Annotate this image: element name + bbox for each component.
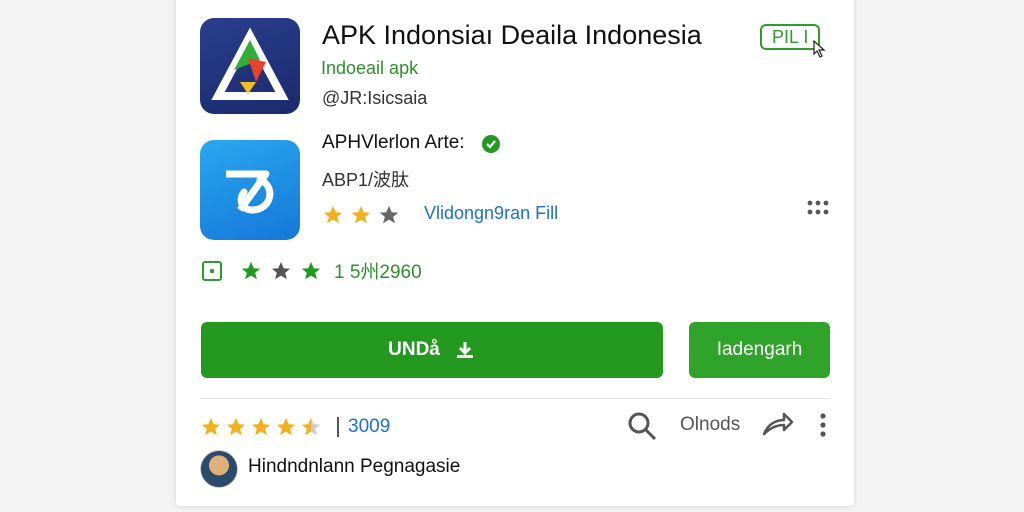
app-logo-icon[interactable] (200, 18, 300, 114)
stats-row: 1 5州2960 (202, 257, 422, 284)
app-detail-card: APK Indonsiaı Deaila Indonesia PIL I Ind… (176, 0, 854, 506)
app-title: APK Indonsiaı Deaila Indonesia (322, 20, 702, 50)
rating-count[interactable]: 3009 (348, 416, 390, 438)
star-icon (351, 205, 371, 224)
star-icon (201, 417, 221, 436)
more-vert-icon[interactable] (818, 412, 828, 438)
grid-more-icon[interactable] (806, 198, 830, 218)
share-icon[interactable] (760, 408, 794, 438)
verified-check-icon (482, 135, 500, 153)
rating-row: 3009 (200, 416, 390, 438)
install-button-label: UNDå (388, 339, 440, 360)
star-icon (226, 417, 246, 436)
rating-separator (337, 417, 339, 437)
developer-logo-icon[interactable] (200, 140, 300, 240)
app-handle: @JR:Isicsaia (322, 88, 428, 108)
download-icon (456, 342, 473, 358)
checkbox-icon[interactable] (202, 260, 222, 281)
avatar[interactable] (200, 450, 238, 488)
developer-stars (322, 204, 400, 226)
star-icon (241, 261, 261, 279)
app-package: Indoeail apk (321, 58, 419, 78)
search-icon[interactable] (626, 410, 658, 442)
open-button[interactable]: Iadengarh (689, 322, 830, 378)
actions-label[interactable]: Olnods (680, 414, 740, 436)
star-half-icon (301, 417, 321, 436)
download-count: 1 5州2960 (334, 262, 422, 283)
star-icon (323, 205, 343, 224)
install-button[interactable]: UNDå (201, 322, 663, 378)
star-icon (251, 417, 271, 436)
cursor-icon (813, 40, 826, 58)
developer-name[interactable]: APHVlerlon Arte: (322, 132, 465, 154)
author-name[interactable]: Hindndnlann Pegnagasie (248, 456, 460, 478)
developer-link[interactable]: Vlidongn9ran Fill (424, 203, 558, 224)
star-icon (276, 417, 296, 436)
developer-subtitle: ABP1/波肽 (322, 170, 410, 190)
divider (200, 398, 830, 399)
star-icon (271, 261, 291, 279)
star-icon (379, 205, 399, 224)
star-icon (301, 261, 321, 279)
